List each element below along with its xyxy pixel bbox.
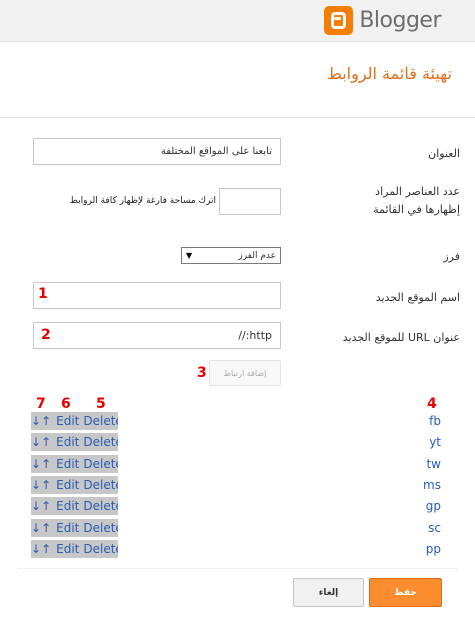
blogger-logo[interactable]: Blogger bbox=[324, 5, 441, 35]
delete-link[interactable]: Delete bbox=[83, 499, 118, 513]
move-up-icon[interactable]: ↑ bbox=[41, 457, 51, 471]
delete-link[interactable]: Delete bbox=[83, 521, 118, 535]
delete-link[interactable]: Delete bbox=[83, 478, 118, 492]
sort-select[interactable]: عدم الفرز ▼ bbox=[181, 247, 281, 264]
marker-5: 5 bbox=[96, 396, 106, 412]
move-up-icon[interactable]: ↑ bbox=[41, 435, 51, 449]
logo-text: Blogger bbox=[359, 7, 441, 33]
move-down-icon[interactable]: ↓ bbox=[31, 499, 41, 513]
marker-6: 6 bbox=[61, 396, 71, 412]
delete-link[interactable]: Delete bbox=[83, 542, 118, 556]
move-down-icon[interactable]: ↓ bbox=[31, 542, 41, 556]
edit-link[interactable]: Edit bbox=[56, 414, 79, 428]
marker-2: 2 bbox=[41, 327, 51, 343]
count-hint: اترك مساحة فارغة لإظهار كافة الروابط bbox=[69, 196, 216, 206]
move-up-icon[interactable]: ↑ bbox=[41, 521, 51, 535]
edit-link[interactable]: Edit bbox=[56, 435, 79, 449]
title-divider bbox=[0, 117, 475, 118]
title-input-value: تابعنا على المواقع المختلفة bbox=[160, 146, 272, 157]
move-down-icon[interactable]: ↓ bbox=[31, 521, 41, 535]
new-site-url-input[interactable]: http:// bbox=[33, 322, 281, 349]
count-input[interactable] bbox=[219, 188, 281, 215]
add-link-button[interactable]: إضافة ارتباط bbox=[209, 360, 281, 386]
move-up-icon[interactable]: ↑ bbox=[41, 542, 51, 556]
link-name[interactable]: pp bbox=[426, 542, 441, 556]
link-row-controls: ↓↑ Edit Delete bbox=[31, 433, 118, 451]
link-name[interactable]: tw bbox=[426, 457, 441, 471]
link-name[interactable]: ms bbox=[423, 478, 441, 492]
marker-4: 4 bbox=[427, 396, 437, 412]
edit-link[interactable]: Edit bbox=[56, 457, 79, 471]
marker-1: 1 bbox=[38, 286, 48, 302]
new-site-name-label: اسم الموقع الجديد bbox=[375, 291, 460, 304]
marker-3: 3 bbox=[197, 365, 207, 381]
move-down-icon[interactable]: ↓ bbox=[31, 478, 41, 492]
edit-link[interactable]: Edit bbox=[56, 542, 79, 556]
new-site-url-label: عنوان URL للموقع الجديد bbox=[342, 331, 460, 344]
cancel-button[interactable]: إلغاء bbox=[293, 578, 364, 607]
save-button[interactable]: حفظ bbox=[369, 578, 442, 607]
link-name[interactable]: gp bbox=[426, 499, 441, 513]
link-row-controls: ↓↑ Edit Delete bbox=[31, 519, 118, 537]
title-label: العنوان bbox=[428, 147, 460, 160]
link-name[interactable]: yt bbox=[429, 435, 441, 449]
move-down-icon[interactable]: ↓ bbox=[31, 435, 41, 449]
count-label: عدد العناصر المراد إظهارها في القائمة bbox=[373, 185, 460, 216]
delete-link[interactable]: Delete bbox=[83, 414, 118, 428]
link-name[interactable]: sc bbox=[428, 521, 441, 535]
blogger-icon bbox=[324, 5, 354, 35]
marker-7: 7 bbox=[36, 396, 46, 412]
move-down-icon[interactable]: ↓ bbox=[31, 414, 41, 428]
edit-link[interactable]: Edit bbox=[56, 499, 79, 513]
new-site-url-value: http:// bbox=[238, 329, 272, 342]
link-row-controls: ↓↑ Edit Delete bbox=[31, 497, 118, 515]
link-row-controls: ↓↑ Edit Delete bbox=[31, 540, 118, 558]
edit-link[interactable]: Edit bbox=[56, 478, 79, 492]
sort-label: فرز bbox=[443, 250, 460, 263]
delete-link[interactable]: Delete bbox=[83, 457, 118, 471]
top-bar: Blogger bbox=[0, 0, 475, 42]
page-title: تهيئة قائمة الروابط bbox=[327, 64, 452, 83]
link-row-controls: ↓↑ Edit Delete bbox=[31, 455, 118, 473]
new-site-name-input[interactable] bbox=[33, 282, 281, 309]
title-input[interactable]: تابعنا على المواقع المختلفة bbox=[33, 138, 281, 165]
link-row-controls: ↓↑ Edit Delete bbox=[31, 412, 118, 430]
move-up-icon[interactable]: ↑ bbox=[41, 414, 51, 428]
link-name[interactable]: fb bbox=[429, 414, 441, 428]
move-up-icon[interactable]: ↑ bbox=[41, 478, 51, 492]
link-row-controls: ↓↑ Edit Delete bbox=[31, 476, 118, 494]
footer-divider bbox=[18, 568, 458, 569]
move-up-icon[interactable]: ↑ bbox=[41, 499, 51, 513]
sort-select-value: عدم الفرز bbox=[238, 250, 276, 261]
move-down-icon[interactable]: ↓ bbox=[31, 457, 41, 471]
dropdown-arrow-icon: ▼ bbox=[186, 251, 193, 260]
edit-link[interactable]: Edit bbox=[56, 521, 79, 535]
delete-link[interactable]: Delete bbox=[83, 435, 118, 449]
